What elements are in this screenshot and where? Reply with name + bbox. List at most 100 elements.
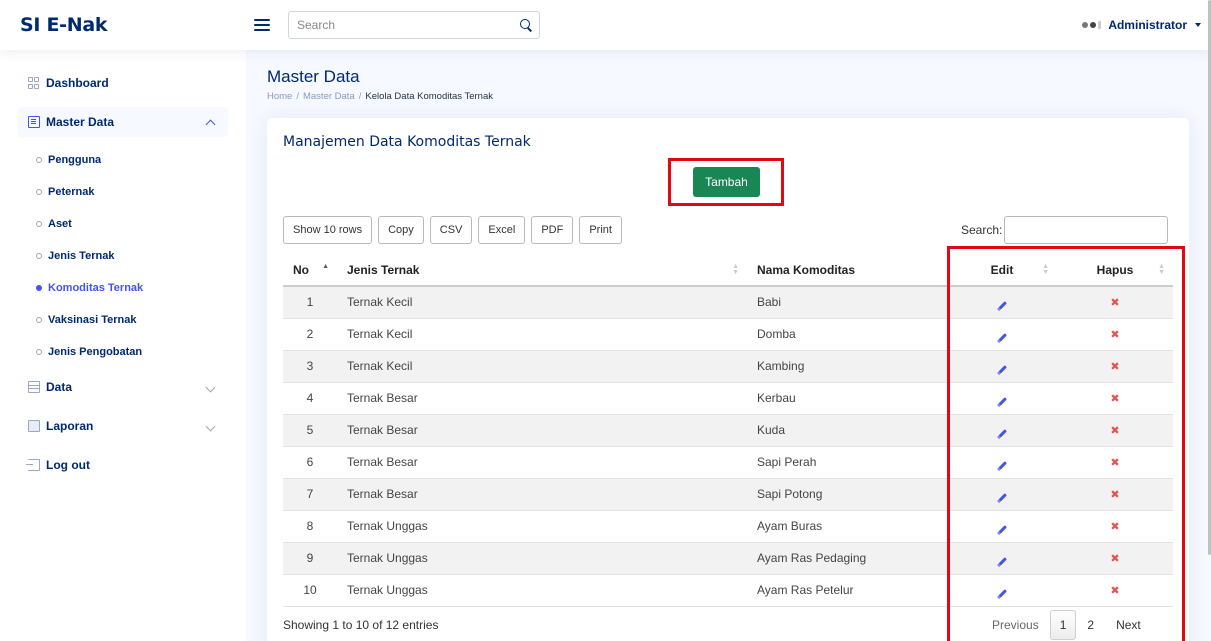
show-rows-button[interactable]: Show 10 rows — [283, 216, 373, 244]
cell-nama-komoditas: Kerbau — [747, 382, 947, 415]
search-form — [288, 11, 540, 39]
sidebar-subitem-jenis-pengobatan[interactable]: Jenis Pengobatan — [18, 336, 228, 368]
cell-hapus: ✖ — [1057, 574, 1173, 607]
pencil-icon[interactable] — [997, 300, 1007, 310]
sidebar-subitem-label: Komoditas Ternak — [48, 282, 144, 294]
sidebar-item-laporan[interactable]: Laporan — [18, 411, 228, 441]
cell-hapus: ✖ — [1057, 350, 1173, 383]
pencil-icon[interactable] — [997, 492, 1007, 501]
delete-x-icon[interactable]: ✖ — [1110, 360, 1119, 373]
column-header-hapus[interactable]: Hapus ▲ ▼ — [1057, 254, 1173, 287]
data-card: Manajemen Data Komoditas Ternak Tambah S… — [267, 118, 1189, 641]
sidebar-subitem-vaksinasi-ternak[interactable]: Vaksinasi Ternak — [18, 304, 228, 336]
breadcrumb-home[interactable]: Home — [267, 91, 292, 102]
cell-nama-komoditas: Sapi Perah — [747, 446, 947, 479]
cell-edit — [947, 318, 1057, 351]
logout-icon — [26, 459, 40, 471]
cell-edit — [947, 574, 1057, 607]
pencil-icon[interactable] — [997, 524, 1007, 533]
entries-info: Showing 1 to 10 of 12 entries — [283, 618, 439, 632]
circle-icon — [36, 253, 42, 259]
report-icon — [28, 420, 40, 432]
cell-edit — [947, 350, 1057, 383]
column-header-nama[interactable]: Nama Komoditas — [747, 254, 947, 287]
pencil-icon[interactable] — [997, 332, 1007, 341]
breadcrumb-separator: / — [296, 91, 299, 102]
brand-logo[interactable]: SI E-Nak — [0, 14, 246, 36]
cell-no: 7 — [283, 478, 337, 511]
search-icon[interactable] — [519, 18, 533, 32]
sidebar-subitem-jenis-ternak[interactable]: Jenis Ternak — [18, 240, 228, 272]
csv-button[interactable]: CSV — [429, 216, 473, 244]
excel-button[interactable]: Excel — [478, 216, 526, 244]
cell-nama-komoditas: Kambing — [747, 350, 947, 383]
pagination-page-2[interactable]: 2 — [1076, 610, 1105, 640]
column-header-label: Edit — [990, 262, 1014, 277]
cell-nama-komoditas: Domba — [747, 318, 947, 351]
cell-jenis-ternak: Ternak Unggas — [337, 542, 747, 575]
profile-dropdown[interactable]: Administrator — [1082, 18, 1201, 32]
print-button[interactable]: Print — [579, 216, 622, 244]
cell-no: 2 — [283, 318, 337, 351]
sidebar-item-label: Data — [46, 380, 73, 394]
cell-hapus: ✖ — [1057, 478, 1173, 511]
pencil-icon[interactable] — [997, 428, 1007, 437]
cell-edit — [947, 382, 1057, 415]
cell-hapus: ✖ — [1057, 318, 1173, 351]
column-header-jenis[interactable]: Jenis Ternak ▲ ▼ — [337, 254, 747, 287]
pagination-next[interactable]: Next — [1105, 610, 1152, 640]
cell-hapus: ✖ — [1057, 446, 1173, 479]
sidebar-subitem-komoditas-ternak[interactable]: Komoditas Ternak — [18, 272, 228, 304]
pencil-icon[interactable] — [997, 588, 1007, 597]
delete-x-icon[interactable]: ✖ — [1110, 488, 1119, 501]
sidebar-subitem-peternak[interactable]: Peternak — [18, 176, 228, 208]
page-title: Master Data — [267, 67, 360, 86]
sidebar-item-label: Log out — [46, 458, 90, 472]
delete-x-icon[interactable]: ✖ — [1110, 520, 1119, 533]
cell-hapus: ✖ — [1057, 382, 1173, 415]
cell-jenis-ternak: Ternak Kecil — [337, 350, 747, 383]
pencil-icon[interactable] — [997, 364, 1007, 373]
delete-x-icon[interactable]: ✖ — [1110, 328, 1119, 341]
delete-x-icon[interactable]: ✖ — [1110, 552, 1119, 565]
cell-hapus: ✖ — [1057, 414, 1173, 447]
pencil-icon[interactable] — [997, 556, 1007, 565]
table-search-input[interactable] — [1004, 216, 1169, 244]
cell-jenis-ternak: Ternak Besar — [337, 446, 747, 479]
sort-icon: ▲ ▼ — [1042, 263, 1049, 276]
column-header-edit[interactable]: Edit ▲ ▼ — [947, 254, 1057, 287]
caret-down-icon — [1195, 23, 1201, 27]
column-header-no[interactable]: No ▲ — [283, 254, 337, 287]
cell-no: 9 — [283, 542, 337, 575]
sidebar-item-logout[interactable]: Log out — [18, 450, 228, 480]
table-row: 9 Ternak Unggas Ayam Ras Pedaging ✖ — [283, 542, 1173, 575]
sidebar-item-dashboard[interactable]: Dashboard — [18, 68, 228, 98]
cell-no: 5 — [283, 414, 337, 447]
export-buttons: Show 10 rows Copy CSV Excel PDF Print — [283, 216, 622, 244]
pencil-icon[interactable] — [997, 396, 1007, 405]
sidebar-item-master-data[interactable]: Master Data — [18, 107, 228, 137]
pagination-previous[interactable]: Previous — [981, 610, 1050, 640]
delete-x-icon[interactable]: ✖ — [1110, 424, 1119, 437]
delete-x-icon[interactable]: ✖ — [1110, 392, 1119, 405]
breadcrumb-master-data[interactable]: Master Data — [303, 91, 355, 102]
sidebar-subitem-aset[interactable]: Aset — [18, 208, 228, 240]
cell-hapus: ✖ — [1057, 510, 1173, 543]
sort-icon: ▲ ▼ — [1158, 263, 1165, 276]
add-button[interactable]: Tambah — [693, 167, 760, 197]
search-input[interactable] — [297, 18, 519, 32]
column-header-label: No — [293, 262, 309, 277]
pdf-button[interactable]: PDF — [531, 216, 574, 244]
table-row: 8 Ternak Unggas Ayam Buras ✖ — [283, 510, 1173, 543]
delete-x-icon[interactable]: ✖ — [1110, 296, 1119, 309]
pagination-page-1[interactable]: 1 — [1049, 610, 1077, 640]
menu-toggle-icon[interactable] — [254, 19, 270, 31]
table-row: 10 Ternak Unggas Ayam Ras Petelur ✖ — [283, 574, 1173, 607]
copy-button[interactable]: Copy — [378, 216, 424, 244]
sidebar-subitem-pengguna[interactable]: Pengguna — [18, 144, 228, 176]
delete-x-icon[interactable]: ✖ — [1110, 456, 1119, 469]
circle-icon — [36, 221, 42, 227]
pencil-icon[interactable] — [997, 460, 1007, 469]
sidebar-item-data[interactable]: Data — [18, 372, 228, 402]
delete-x-icon[interactable]: ✖ — [1110, 584, 1119, 597]
